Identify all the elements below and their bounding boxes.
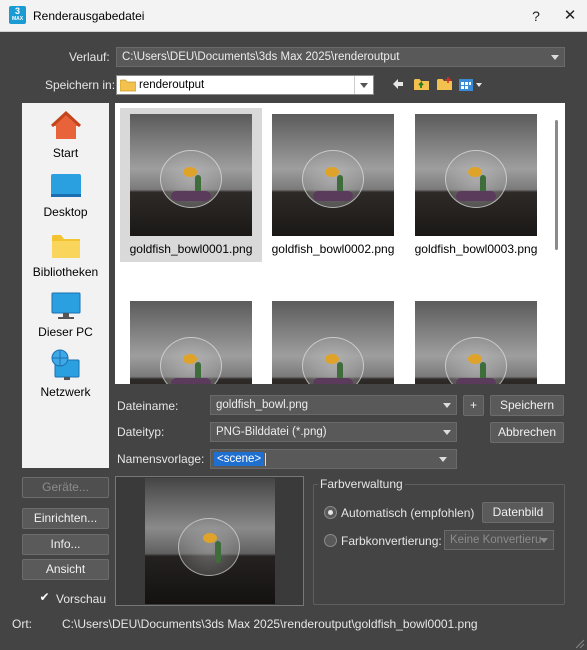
place-label: Desktop (43, 205, 88, 219)
libraries-icon (49, 230, 83, 262)
preview-label: Vorschau (56, 592, 107, 606)
file-name: goldfish_bowl0003.png (414, 242, 538, 256)
place-network[interactable]: Netzwerk (22, 348, 109, 399)
color-conversion-radio[interactable] (324, 534, 337, 547)
chevron-down-icon (439, 457, 447, 462)
resize-grip-icon[interactable] (575, 638, 585, 650)
automatic-label: Automatisch (empfohlen) (341, 506, 475, 520)
folder-up-icon[interactable] (413, 76, 430, 94)
location-label: Ort: (12, 617, 32, 631)
add-sequence-button[interactable]: + (463, 395, 484, 416)
automatic-radio[interactable] (324, 506, 337, 519)
filetype-label: Dateityp: (117, 425, 165, 439)
color-conversion-combo[interactable]: Keine Konvertieru (444, 530, 554, 550)
filetype-value: PNG-Bilddatei (*.png) (216, 426, 327, 438)
history-label: Verlauf: (69, 50, 110, 64)
place-start[interactable]: Start (22, 109, 109, 160)
color-conversion-label: Farbkonvertierung: (341, 534, 442, 548)
chevron-down-icon (551, 55, 559, 60)
setup-button[interactable]: Einrichten... (22, 508, 109, 529)
home-icon (49, 109, 83, 143)
place-label: Dieser PC (38, 325, 93, 339)
thumbnail-image (415, 114, 537, 236)
desktop-icon (49, 170, 83, 202)
3ds-max-app-icon: 3 MAX (9, 6, 26, 24)
view-button[interactable]: Ansicht (22, 559, 109, 580)
info-button[interactable]: Info... (22, 534, 109, 555)
save-button[interactable]: Speichern (490, 395, 564, 416)
thumbnail-image (130, 301, 252, 384)
filetype-combo[interactable]: PNG-Bilddatei (*.png) (210, 422, 457, 442)
file-list[interactable]: goldfish_bowl0001.png goldfish_bowl0002.… (115, 103, 565, 384)
place-desktop[interactable]: Desktop (22, 170, 109, 219)
place-this-pc[interactable]: Dieser PC (22, 290, 109, 339)
filename-combo[interactable]: goldfish_bowl.png (210, 395, 457, 415)
scrollbar-thumb[interactable] (555, 120, 558, 250)
file-item[interactable] (120, 295, 262, 384)
color-management-title: Farbverwaltung (318, 477, 405, 491)
data-image-button[interactable]: Datenbild (482, 502, 554, 523)
preview-image (145, 478, 275, 604)
file-name: goldfish_bowl0002.png (271, 242, 395, 256)
devices-button[interactable]: Geräte... (22, 477, 109, 498)
thumbnail-image (130, 114, 252, 236)
file-list-scrollbar[interactable] (551, 103, 565, 384)
help-button[interactable]: ? (526, 6, 546, 26)
color-conversion-value: Keine Konvertieru (450, 534, 542, 546)
history-combo[interactable]: C:\Users\DEU\Documents\3ds Max 2025\rend… (116, 47, 565, 67)
location-value: C:\Users\DEU\Documents\3ds Max 2025\rend… (62, 617, 478, 631)
arrow-left-icon[interactable] (392, 78, 404, 93)
save-in-dropdown-divider (354, 76, 374, 94)
chevron-down-icon (540, 538, 548, 543)
file-name: goldfish_bowl0001.png (129, 242, 253, 256)
filename-value: goldfish_bowl.png (216, 399, 309, 411)
place-label: Bibliotheken (32, 265, 99, 279)
name-template-input[interactable]: <scene> (210, 449, 457, 469)
folder-icon (119, 79, 137, 94)
file-item[interactable]: goldfish_bowl0001.png (120, 108, 262, 262)
save-in-value: renderoutput (139, 79, 205, 91)
thumbnail-image (415, 301, 537, 384)
save-in-combo[interactable]: renderoutput (116, 75, 374, 95)
pc-icon (49, 290, 83, 322)
close-button[interactable]: ✕ (560, 6, 580, 26)
file-item[interactable]: goldfish_bowl0003.png (405, 108, 547, 262)
new-folder-icon[interactable] (436, 76, 453, 94)
preview-checkbox[interactable]: ✔ (38, 591, 51, 604)
cancel-button[interactable]: Abbrechen (490, 422, 564, 443)
place-label: Start (52, 146, 79, 160)
file-item[interactable]: goldfish_bowl0002.png (262, 108, 404, 262)
place-libraries[interactable]: Bibliotheken (22, 230, 109, 279)
view-menu-icon[interactable] (459, 78, 483, 95)
filename-label: Dateiname: (117, 399, 179, 413)
window-title: Renderausgabedatei (33, 9, 145, 23)
thumbnail-image (272, 301, 394, 384)
places-sidebar: Start Desktop Bibliotheken Dieser PC Net… (22, 103, 109, 468)
save-in-label: Speichern in: (45, 78, 116, 92)
place-label: Netzwerk (40, 385, 91, 399)
text-caret (265, 453, 266, 466)
chevron-down-icon (443, 430, 451, 435)
file-item[interactable] (405, 295, 547, 384)
network-icon (49, 348, 83, 382)
chevron-down-icon (443, 403, 451, 408)
thumbnail-image (272, 114, 394, 236)
file-item[interactable] (262, 295, 404, 384)
scene-token: <scene> (214, 452, 265, 466)
name-template-label: Namensvorlage: (117, 452, 205, 466)
history-value: C:\Users\DEU\Documents\3ds Max 2025\rend… (122, 51, 400, 63)
